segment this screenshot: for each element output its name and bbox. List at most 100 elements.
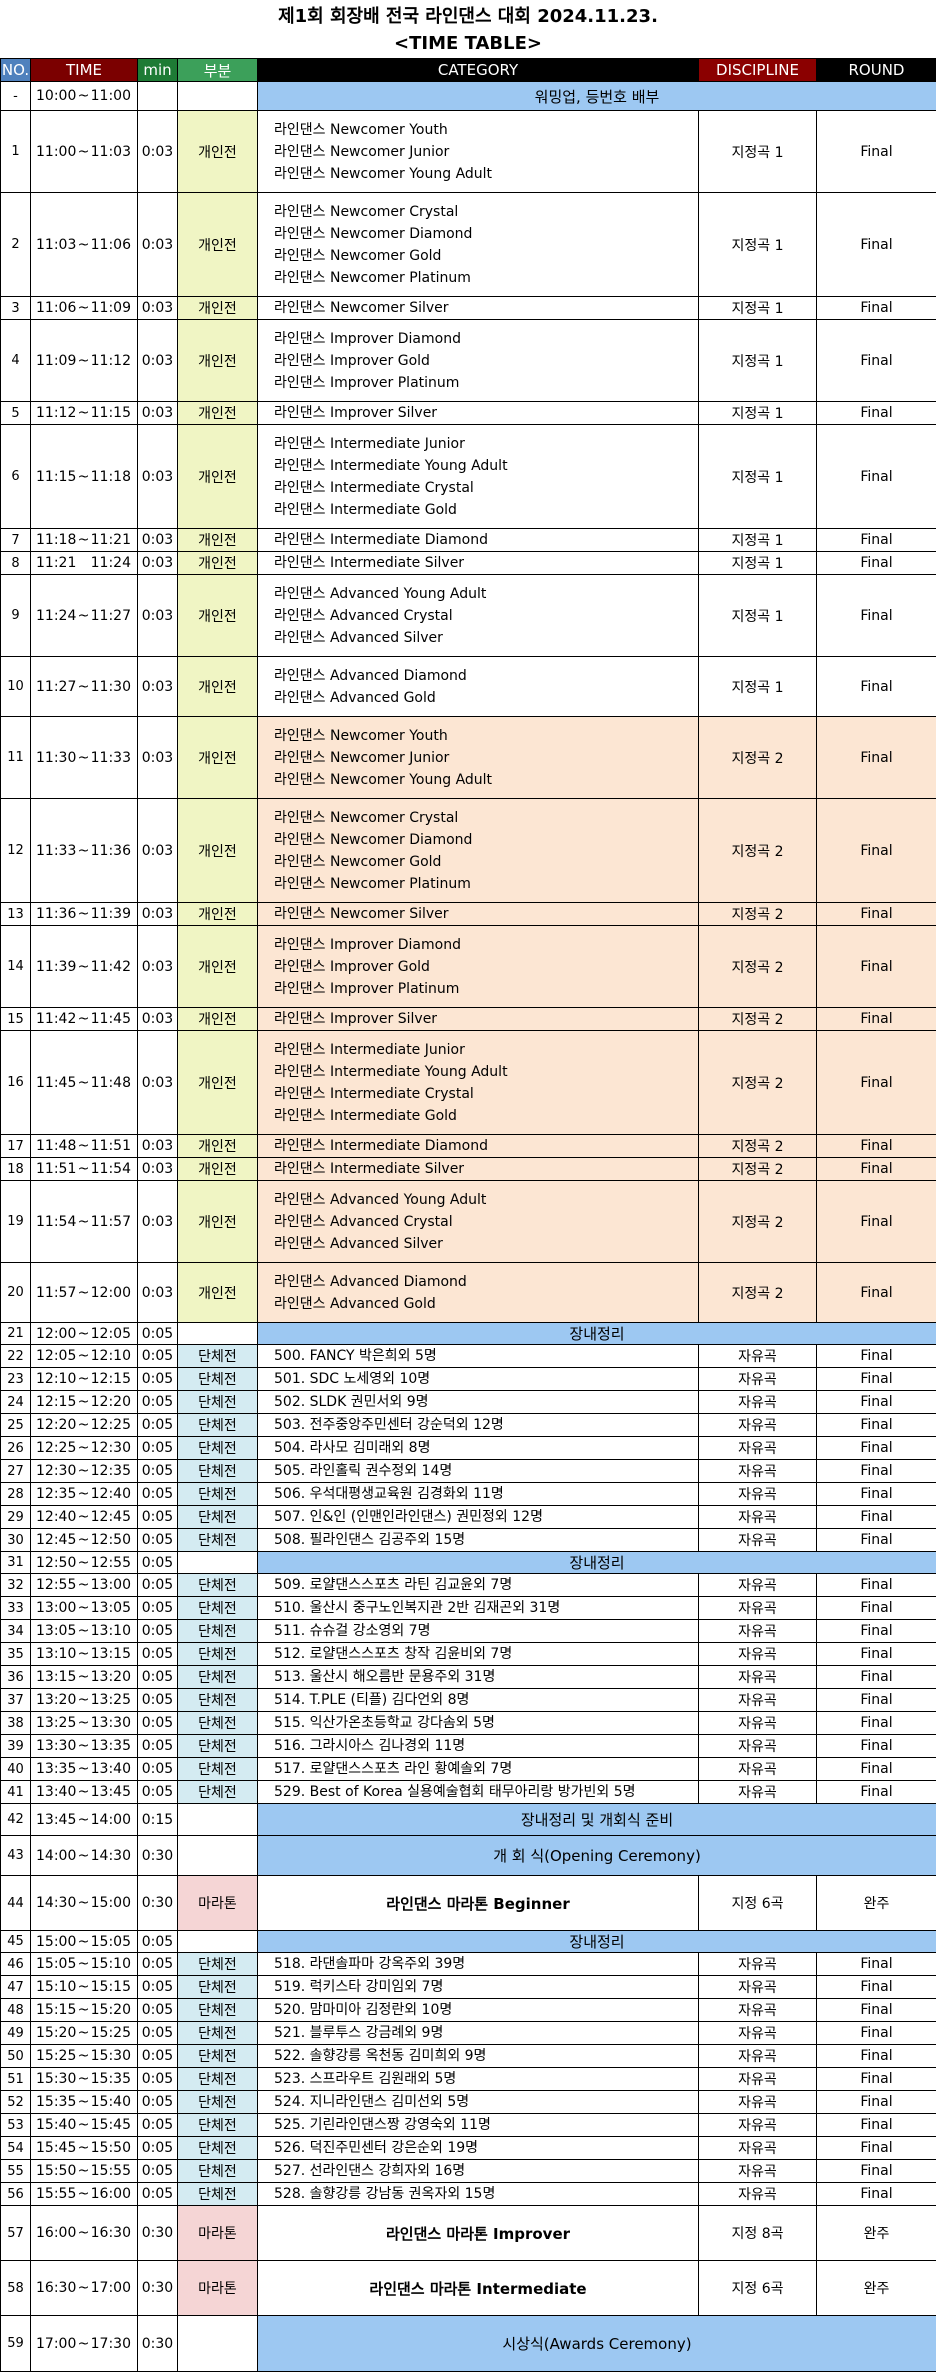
round-text: Final [860,1646,892,1662]
category: 517. 로얄댄스스포츠 라인 황예솔외 7명 [258,1758,699,1781]
discipline: 지정곡 1 [699,320,817,402]
start-time: 11:18 [36,532,76,548]
start-time: 15:05 [36,1956,76,1972]
division-text: 단체전 [198,1349,237,1365]
category: 515. 익산가온초등학교 강다솜외 5명 [258,1712,699,1735]
start-time: 12:35 [36,1486,76,1502]
time-cell: 11:39~11:42 [31,926,138,1008]
category: 506. 우석대평생교육원 김경화외 11명 [258,1483,699,1506]
category-line: 512. 로얄댄스스포츠 창작 김윤비외 7명 [274,1643,698,1665]
row-number-text: 34 [7,1624,24,1639]
round: Final [817,1135,936,1158]
row-number-text: 56 [7,2187,24,2202]
discipline: 지정곡 2 [699,903,817,926]
duration-text: 0:03 [142,843,173,859]
duration-text: 0:03 [142,555,173,571]
discipline-text: 자유곡 [738,1487,777,1503]
section-band-text: 워밍업, 등번호 배부 [535,88,660,106]
row-number-text: 27 [7,1464,24,1479]
start-time: 11:36 [36,906,76,922]
category: 513. 울산시 해오름반 문용주외 31명 [258,1666,699,1689]
round-text: Final [860,1417,892,1433]
time-cell: 15:40~15:45 [31,2114,138,2137]
row-number: 2 [1,193,31,297]
duration: 0:05 [138,1368,178,1391]
time-cell: 15:20~15:25 [31,2022,138,2045]
end-time: 13:05 [91,1600,131,1616]
row-number-text: 43 [7,1848,24,1863]
duration: 0:05 [138,1666,178,1689]
title-line-2: <TIME TABLE> [0,30,936,57]
division: 마라톤 [178,2206,258,2261]
row-number: 18 [1,1158,31,1181]
time-cell: 15:30~15:35 [31,2068,138,2091]
row-number-text: 40 [7,1762,24,1777]
row-number: 54 [1,2137,31,2160]
category-line: 519. 럭키스타 강미임외 7명 [274,1976,698,1998]
time-cell: 11:36~11:39 [31,903,138,926]
time-separator: ~ [78,1138,90,1154]
division: 단체전 [178,1483,258,1506]
row-number: 42 [1,1804,31,1836]
category: 520. 맘마미아 김정란외 10명 [258,1999,699,2022]
start-time: 11:42 [36,1011,76,1027]
category-line: 514. T.PLE (티플) 김다언외 8명 [274,1689,698,1711]
end-time: 15:35 [91,2071,131,2087]
round-text: Final [860,2071,892,2087]
table-row: 3112:50~12:550:05장내정리 [1,1552,936,1574]
start-time: 16:00 [36,2225,76,2241]
duration-text: 0:05 [142,2140,173,2156]
category-line: 라인댄스 Newcomer Gold [274,245,698,267]
category-line: 라인댄스 Improver Gold [274,956,698,978]
row-number: 24 [1,1391,31,1414]
round-text: Final [860,1577,892,1593]
duration-text: 0:05 [142,1348,173,1364]
start-time: 13:40 [36,1784,76,1800]
header-division: 부분 [178,59,258,82]
duration: 0:03 [138,903,178,926]
duration: 0:03 [138,717,178,799]
division: 개인전 [178,657,258,717]
start-time: 12:30 [36,1463,76,1479]
category: 523. 스프라우트 김원래외 5명 [258,2068,699,2091]
time-separator: ~ [78,2140,90,2156]
category-line: 라인댄스 Newcomer Young Adult [274,163,698,185]
division-text: 단체전 [198,1601,237,1617]
discipline: 자유곡 [699,2045,817,2068]
discipline: 지정곡 2 [699,799,817,903]
round: Final [817,1643,936,1666]
division: 단체전 [178,1574,258,1597]
category-line: 라인댄스 Newcomer Junior [274,747,698,769]
category-line: 라인댄스 Improver Silver [274,402,698,424]
round: Final [817,1529,936,1552]
row-number: 58 [1,2261,31,2316]
category: 라인댄스 Intermediate Silver [258,552,699,575]
division: 개인전 [178,1008,258,1031]
row-number-text: 51 [7,2072,24,2087]
discipline: 지정곡 1 [699,552,817,575]
round: Final [817,1181,936,1263]
start-time: 11:09 [36,353,76,369]
row-number-text: 24 [7,1395,24,1410]
round: Final [817,2137,936,2160]
time-cell: 11:09~11:12 [31,320,138,402]
category-line: 라인댄스 Newcomer Youth [274,725,698,747]
start-time: 12:50 [36,1555,76,1571]
category: 라인댄스 마라톤 Intermediate [258,2261,699,2316]
duration-text: 0:03 [142,679,173,695]
round: Final [817,2091,936,2114]
end-time: 13:10 [91,1623,131,1639]
duration-text: 0:03 [142,353,173,369]
round: Final [817,1345,936,1368]
round: Final [817,1781,936,1804]
section-band-text: 장내정리 [569,1933,624,1951]
end-time: 12:55 [91,1555,131,1571]
category: 라인댄스 Advanced Young Adult라인댄스 Advanced C… [258,1181,699,1263]
end-time: 13:40 [91,1761,131,1777]
category-line: 라인댄스 Intermediate Gold [274,499,698,521]
row-number-text: 31 [7,1555,24,1570]
start-time: 15:20 [36,2025,76,2041]
row-number-text: 3 [11,301,19,316]
time-cell: 12:50~12:55 [31,1552,138,1574]
category-line: 라인댄스 Advanced Gold [274,687,698,709]
